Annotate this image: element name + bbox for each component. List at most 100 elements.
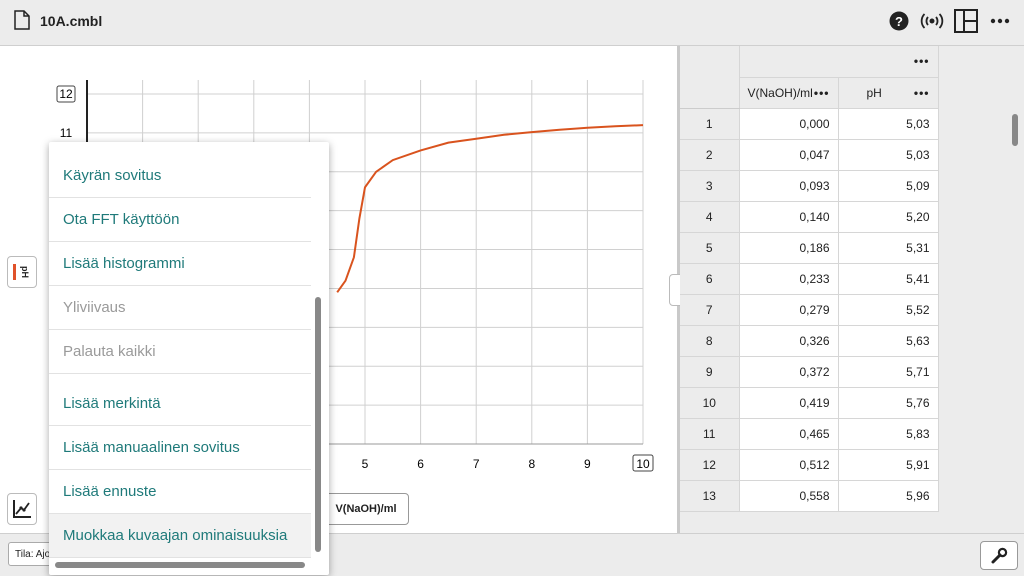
series-color-marker — [13, 264, 16, 280]
y-tick-label: 11 — [60, 126, 73, 140]
cell-ph[interactable]: 5,09 — [837, 170, 939, 202]
column-header-volume[interactable]: V(NaOH)/ml ••• — [738, 77, 838, 109]
x-tick-label: 7 — [473, 457, 480, 471]
table-row[interactable]: 5 0,186 5,31 — [680, 232, 939, 264]
column-more-button[interactable]: ••• — [814, 86, 830, 100]
row-number[interactable]: 7 — [680, 294, 739, 326]
cell-ph[interactable]: 5,31 — [837, 232, 939, 264]
row-number[interactable]: 3 — [680, 170, 739, 202]
cell-ph[interactable]: 5,76 — [837, 387, 939, 419]
menu-horizontal-scrollbar[interactable] — [55, 562, 305, 568]
menu-item[interactable]: Lisää merkintä — [49, 382, 311, 426]
table-group-header-row: ••• — [680, 46, 939, 78]
menu-item[interactable]: Lisää ennuste — [49, 470, 311, 514]
table-row[interactable]: 8 0,326 5,63 — [680, 325, 939, 357]
cell-volume[interactable]: 0,326 — [738, 325, 838, 357]
cell-volume[interactable]: 0,186 — [738, 232, 838, 264]
cell-volume[interactable]: 0,233 — [738, 263, 838, 295]
table-row[interactable]: 12 0,512 5,91 — [680, 449, 939, 481]
menu-scrollbar[interactable] — [315, 297, 321, 552]
cell-ph[interactable]: 5,71 — [837, 356, 939, 388]
row-number[interactable]: 12 — [680, 449, 739, 481]
top-bar: 10A.cmbl ? — [0, 0, 1024, 46]
table-row[interactable]: 10 0,419 5,76 — [680, 387, 939, 419]
graph-context-menu: Käyrän sovitus Ota FFT käyttöön Lisää hist… — [49, 142, 329, 575]
cell-volume[interactable]: 0,279 — [738, 294, 838, 326]
cell-ph[interactable]: 5,41 — [837, 263, 939, 295]
menu-item[interactable]: Ota FFT käyttöön — [49, 198, 311, 242]
row-number[interactable]: 13 — [680, 480, 739, 512]
menu-item: Palauta kaikki — [49, 330, 311, 374]
row-number[interactable]: 8 — [680, 325, 739, 357]
graph-tools-button[interactable] — [7, 493, 37, 525]
column-header-ph[interactable]: pH ••• — [837, 77, 939, 109]
table-row[interactable]: 3 0,093 5,09 — [680, 170, 939, 202]
x-tick-label: 5 — [362, 457, 369, 471]
broadcast-icon[interactable] — [919, 10, 945, 32]
cell-volume[interactable]: 0,558 — [738, 480, 838, 512]
table-row[interactable]: 6 0,233 5,41 — [680, 263, 939, 295]
table-row[interactable]: 2 0,047 5,03 — [680, 139, 939, 171]
cell-ph[interactable]: 5,96 — [837, 480, 939, 512]
cell-ph[interactable]: 5,03 — [837, 139, 939, 171]
y-tick-label[interactable]: 12 — [59, 87, 73, 101]
table-row[interactable]: 11 0,465 5,83 — [680, 418, 939, 450]
file-icon[interactable] — [14, 10, 30, 30]
svg-text:?: ? — [895, 14, 903, 29]
x-tick-label: 9 — [584, 457, 591, 471]
cell-ph[interactable]: 5,83 — [837, 418, 939, 450]
x-tick-label[interactable]: 10 — [636, 457, 650, 471]
cell-ph[interactable]: 5,03 — [837, 108, 939, 140]
cell-ph[interactable]: 5,91 — [837, 449, 939, 481]
table-row[interactable]: 4 0,140 5,20 — [680, 201, 939, 233]
row-number[interactable]: 10 — [680, 387, 739, 419]
table-row[interactable]: 9 0,372 5,71 — [680, 356, 939, 388]
menu-item: Yliviivaus — [49, 286, 311, 330]
table-row[interactable]: 1 0,000 5,03 — [680, 108, 939, 140]
table-row[interactable]: 7 0,279 5,52 — [680, 294, 939, 326]
cell-ph[interactable]: 5,63 — [837, 325, 939, 357]
wrench-icon — [991, 547, 1008, 563]
table-row[interactable]: 13 0,558 5,96 — [680, 480, 939, 512]
y-axis-column-button[interactable]: pH — [7, 256, 37, 288]
row-number[interactable]: 9 — [680, 356, 739, 388]
more-icon[interactable] — [988, 10, 1012, 32]
help-icon[interactable]: ? — [888, 10, 910, 32]
file-name[interactable]: 10A.cmbl — [40, 13, 102, 29]
cell-volume[interactable]: 0,047 — [738, 139, 838, 171]
cell-volume[interactable]: 0,093 — [738, 170, 838, 202]
menu-item[interactable]: Muokkaa kuvaajan ominaisuuksia — [49, 514, 311, 558]
column-more-button[interactable]: ••• — [914, 86, 930, 100]
tools-button[interactable] — [980, 541, 1018, 570]
row-number[interactable]: 1 — [680, 108, 739, 140]
cell-volume[interactable]: 0,512 — [738, 449, 838, 481]
cell-volume[interactable]: 0,372 — [738, 356, 838, 388]
row-number[interactable]: 5 — [680, 232, 739, 264]
row-number[interactable]: 6 — [680, 263, 739, 295]
row-number[interactable]: 11 — [680, 418, 739, 450]
data-table-pane: ••• V(NaOH)/ml ••• pH ••• 1 0,000 5,03 2 0,047… — [680, 46, 1024, 533]
data-series-line — [336, 124, 644, 293]
table-scrollbar[interactable] — [1012, 114, 1018, 146]
menu-item[interactable]: Lisää histogrammi — [49, 242, 311, 286]
menu-item[interactable]: Lisää manuaalinen sovitus — [49, 426, 311, 470]
data-set-more-button[interactable]: ••• — [738, 46, 939, 78]
cell-volume[interactable]: 0,000 — [738, 108, 838, 140]
x-axis-column-button[interactable]: V(NaOH)/ml — [323, 493, 409, 525]
x-tick-label: 6 — [417, 457, 424, 471]
cell-ph[interactable]: 5,20 — [837, 201, 939, 233]
cell-ph[interactable]: 5,52 — [837, 294, 939, 326]
cell-volume[interactable]: 0,419 — [738, 387, 838, 419]
x-tick-label: 8 — [528, 457, 535, 471]
column-header-label: pH — [866, 85, 882, 100]
layout-icon[interactable] — [953, 9, 979, 33]
column-header-label: V(NaOH)/ml — [747, 85, 813, 100]
menu-item[interactable]: Käyrän sovitus — [49, 154, 311, 198]
row-number[interactable]: 2 — [680, 139, 739, 171]
cell-volume[interactable]: 0,140 — [738, 201, 838, 233]
cell-volume[interactable]: 0,465 — [738, 418, 838, 450]
table-column-header-row: V(NaOH)/ml ••• pH ••• — [680, 77, 939, 109]
row-number[interactable]: 4 — [680, 201, 739, 233]
graph-options-icon — [13, 500, 31, 518]
data-table: ••• V(NaOH)/ml ••• pH ••• 1 0,000 5,03 2 0,047… — [680, 46, 939, 512]
